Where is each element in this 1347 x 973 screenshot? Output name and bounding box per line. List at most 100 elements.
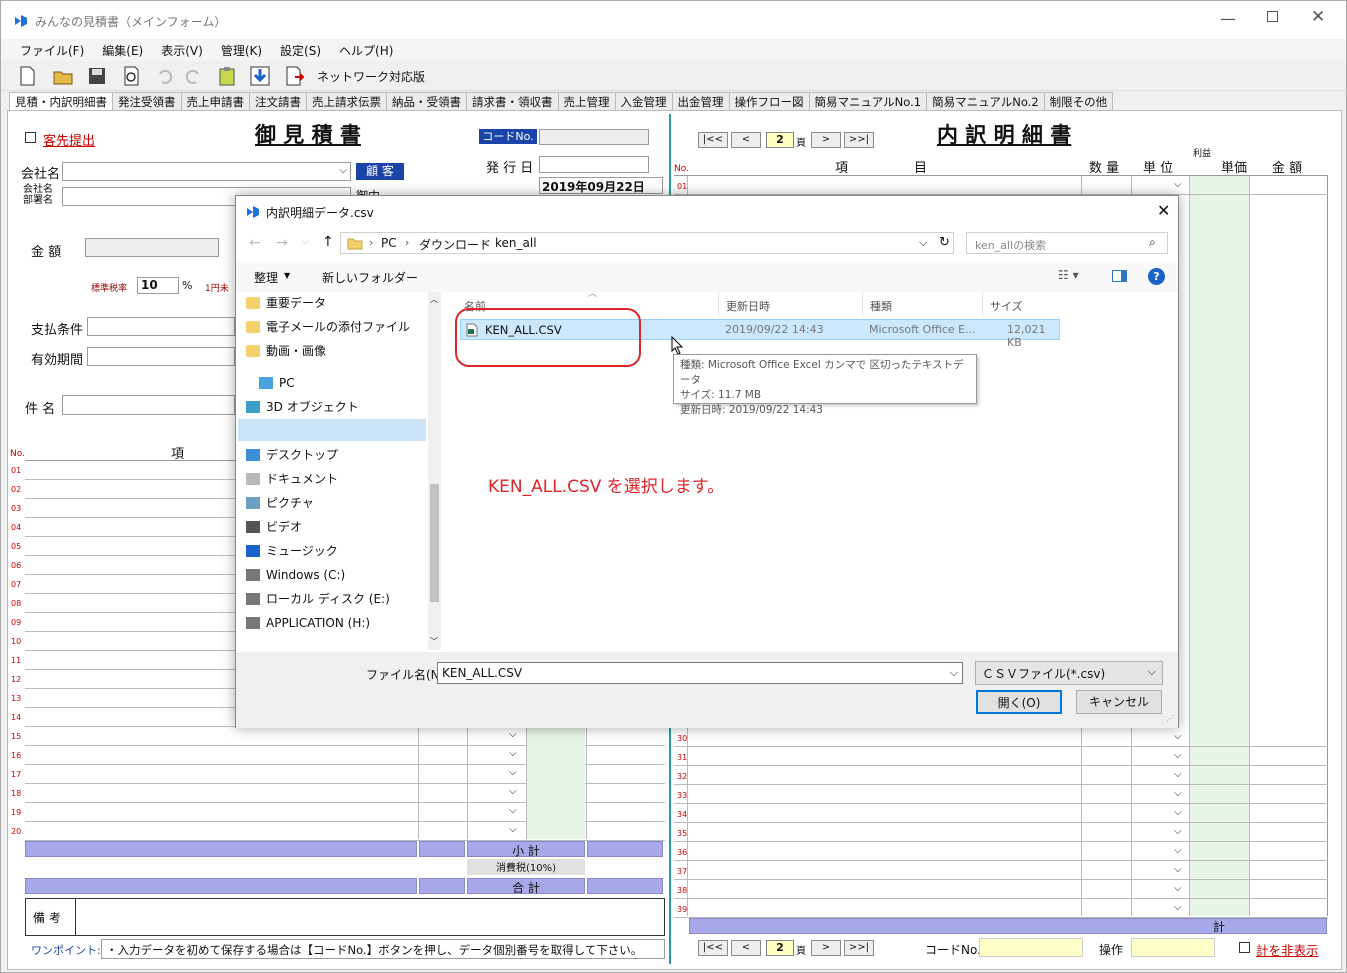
tab-flow[interactable]: 操作フロー図 <box>728 92 810 110</box>
page-number-bottom[interactable]: 2 <box>766 940 794 956</box>
tab-manual-1[interactable]: 簡易マニュアルNo.1 <box>808 92 928 110</box>
payment-input[interactable] <box>87 317 235 336</box>
scroll-down-icon[interactable]: ﹀ <box>430 636 438 647</box>
tab-order-receipt[interactable]: 発注受領書 <box>112 92 182 110</box>
table-row[interactable] <box>674 785 1328 804</box>
open-button[interactable]: 開く(O) <box>976 690 1062 714</box>
tab-sales-mgmt[interactable]: 売上管理 <box>557 92 616 110</box>
tax-rate-select[interactable]: 10 <box>137 277 179 294</box>
tab-other[interactable]: 制限その他 <box>1043 92 1114 110</box>
menu-manage[interactable]: 管理(K) <box>212 39 271 62</box>
tab-sales-invoice[interactable]: 売上請求伝票 <box>306 92 387 110</box>
prev-page-button[interactable]: < <box>731 132 761 148</box>
cancel-button[interactable]: キャンセル <box>1076 690 1162 714</box>
crumb-downloads[interactable]: ダウンロード <box>419 236 491 253</box>
customer-submit-checkbox[interactable] <box>25 132 36 143</box>
tab-manual-2[interactable]: 簡易マニュアルNo.2 <box>926 92 1045 110</box>
tab-delivery[interactable]: 納品・受領書 <box>386 92 467 110</box>
nav-scrollbar[interactable]: ︿ ﹀ <box>428 292 441 650</box>
issue-date-picker[interactable]: 2019年09月22日 <box>539 177 663 194</box>
up-icon[interactable]: ↑ <box>322 234 334 250</box>
tab-sales-request[interactable]: 売上申請書 <box>180 92 250 110</box>
refresh-icon[interactable]: ↻ <box>939 235 950 250</box>
validity-input[interactable] <box>87 347 235 366</box>
back-icon[interactable]: ← <box>249 235 261 251</box>
code-no-field[interactable] <box>539 129 649 145</box>
menu-settings[interactable]: 設定(S) <box>271 39 330 62</box>
nav-item[interactable]: Windows (C:) <box>246 564 345 586</box>
table-row[interactable] <box>674 176 1328 195</box>
unit-dropdown-icon[interactable]: ⌵ <box>1174 731 1182 742</box>
unit-dropdown-icon[interactable]: ⌵ <box>509 729 517 740</box>
minimize-icon[interactable]: — <box>1220 9 1236 28</box>
nav-item[interactable]: ローカル ディスク (E:) <box>246 588 390 610</box>
remarks-box[interactable] <box>25 898 665 936</box>
resize-grip-icon[interactable]: ⋰ <box>1166 714 1174 723</box>
last-page-button[interactable]: >>| <box>844 132 874 148</box>
unit-dropdown-icon[interactable]: ⌵ <box>1174 807 1182 818</box>
unit-dropdown-icon[interactable]: ⌵ <box>1174 902 1182 913</box>
help-icon[interactable]: ? <box>1148 268 1165 285</box>
view-options-icon[interactable]: ☷ ▾ <box>1058 268 1079 282</box>
table-row[interactable] <box>674 804 1328 823</box>
tab-order-confirm[interactable]: 注文請書 <box>249 92 307 110</box>
dialog-close-icon[interactable]: ✕ <box>1157 201 1170 220</box>
tab-payment-in[interactable]: 入金管理 <box>614 92 673 110</box>
unit-dropdown-icon[interactable]: ⌵ <box>509 748 517 759</box>
col-header-type[interactable]: 種類 <box>870 298 892 314</box>
next-page-button[interactable]: > <box>811 132 841 148</box>
col-header-date[interactable]: 更新日時 <box>726 298 770 314</box>
unit-dropdown-icon[interactable]: ⌵ <box>509 767 517 778</box>
nav-item[interactable]: APPLICATION (H:) <box>246 612 370 634</box>
save-icon[interactable] <box>85 64 109 88</box>
hide-total-label[interactable]: 計を非表示 <box>1256 940 1319 959</box>
op-field[interactable] <box>1131 938 1215 957</box>
scroll-up-icon[interactable]: ︿ <box>430 294 438 305</box>
unit-dropdown-icon[interactable]: ⌵ <box>1174 883 1182 894</box>
nav-item[interactable]: ピクチャ <box>246 492 314 514</box>
address-dropdown-icon[interactable]: ⌵ <box>919 236 927 250</box>
company-select[interactable]: ⌵ <box>62 162 351 181</box>
nav-item[interactable]: 重要データ <box>246 292 326 314</box>
menu-file[interactable]: ファイル(F) <box>11 39 93 62</box>
table-row[interactable] <box>674 842 1328 861</box>
new-folder-button[interactable]: 新しいフォルダー <box>322 269 418 286</box>
col-header-size[interactable]: サイズ <box>990 298 1023 314</box>
nav-item[interactable]: ドキュメント <box>246 468 338 490</box>
tab-invoice-receipt[interactable]: 請求書・領収書 <box>466 92 559 110</box>
nav-item[interactable]: 3D オブジェクト <box>246 396 359 418</box>
customer-submit-label[interactable]: 客先提出 <box>43 130 95 149</box>
undo-icon[interactable] <box>153 64 177 88</box>
crumb-ken-all[interactable]: ken_all <box>495 236 537 250</box>
unit-dropdown-icon[interactable]: ⌵ <box>509 786 517 797</box>
bottom-code-field[interactable] <box>979 938 1083 957</box>
issue-date-input[interactable] <box>539 156 649 173</box>
export-icon[interactable] <box>282 64 306 88</box>
table-row[interactable] <box>674 899 1328 918</box>
tab-quote[interactable]: 見積・内訳明細書 <box>9 92 113 110</box>
redo-icon[interactable] <box>181 64 205 88</box>
nav-item[interactable]: デスクトップ <box>246 444 338 466</box>
table-row[interactable] <box>674 766 1328 785</box>
file-type-filter[interactable]: ＣＳＶファイル(*.csv) ⌵ <box>975 661 1163 685</box>
nav-item[interactable]: ミュージック <box>246 540 338 562</box>
customer-button[interactable]: 顧 客 <box>356 163 404 180</box>
unit-dropdown-icon[interactable]: ⌵ <box>1174 769 1182 780</box>
download-arrow-icon[interactable] <box>248 64 272 88</box>
tab-payment-out[interactable]: 出金管理 <box>671 92 730 110</box>
nav-item[interactable]: ビデオ <box>246 516 302 538</box>
prev-page-button-bottom[interactable]: < <box>731 940 761 956</box>
scroll-thumb[interactable] <box>430 484 439 602</box>
table-row[interactable] <box>674 880 1328 899</box>
code-no-button[interactable]: コードNo. <box>479 129 537 144</box>
unit-dropdown-icon[interactable]: ⌵ <box>509 824 517 835</box>
search-icon[interactable]: ⌕ <box>1149 235 1156 250</box>
new-file-icon[interactable] <box>15 64 39 88</box>
table-row[interactable] <box>674 823 1328 842</box>
preview-pane-icon[interactable] <box>1112 270 1127 282</box>
print-preview-icon[interactable] <box>119 64 143 88</box>
organize-button[interactable]: 整理 <box>254 269 278 286</box>
search-box[interactable]: ken_allの検索 ⌕ <box>966 232 1168 254</box>
unit-dropdown-icon[interactable]: ⌵ <box>1174 788 1182 799</box>
table-row[interactable] <box>674 861 1328 880</box>
